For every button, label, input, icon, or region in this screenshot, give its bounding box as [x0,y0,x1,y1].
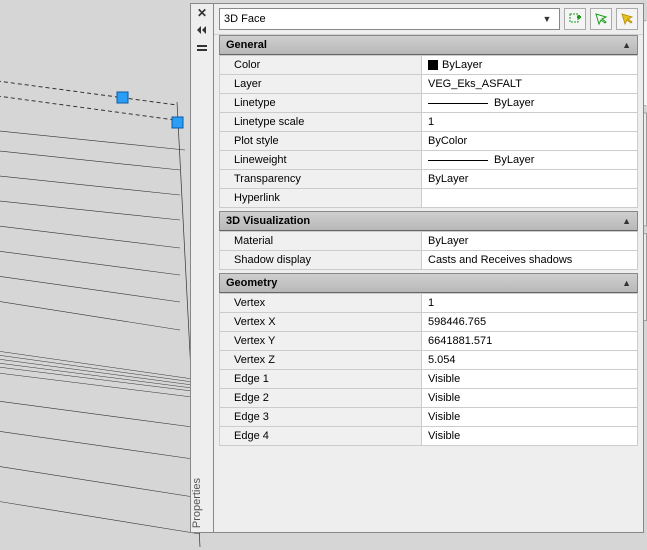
prop-row-hyperlink: Hyperlink [220,189,638,208]
prop-row-color: Color ByLayer [220,56,638,75]
section-3d-visualization[interactable]: 3D Visualization ▲ [219,211,638,231]
select-objects-icon[interactable] [590,8,612,30]
collapse-icon: ▲ [622,216,631,226]
section-general[interactable]: General ▲ [219,35,638,55]
prop-row-material: Material ByLayer [220,232,638,251]
collapse-icon: ▲ [622,278,631,288]
value-linetype[interactable]: ByLayer [422,94,638,113]
prop-row-layer: Layer VEG_Eks_ASFALT [220,75,638,94]
prop-row-shadow: Shadow display Casts and Receives shadow… [220,251,638,270]
value-material[interactable]: ByLayer [422,232,638,251]
section-label: General [226,39,267,51]
properties-panel: ✕ Properties 3D Face ▼ [190,3,644,533]
value-vertex-z[interactable]: 5.054 [422,351,638,370]
value-plot-style[interactable]: ByColor [422,132,638,151]
value-edge2[interactable]: Visible [422,389,638,408]
value-layer[interactable]: VEG_Eks_ASFALT [422,75,638,94]
prop-row-vertex: Vertex 1 [220,294,638,313]
value-shadow[interactable]: Casts and Receives shadows [422,251,638,270]
auto-hide-icon[interactable] [191,22,213,40]
prop-row-linetype-scale: Linetype scale 1 [220,113,638,132]
collapse-icon: ▲ [622,40,631,50]
value-lineweight[interactable]: ByLayer [422,151,638,170]
value-hyperlink[interactable] [422,189,638,208]
line-sample-icon [428,103,488,104]
prop-row-vertex-y: Vertex Y 6641881.571 [220,332,638,351]
value-color[interactable]: ByLayer [422,56,638,75]
prop-row-vertex-z: Vertex Z 5.054 [220,351,638,370]
value-edge3[interactable]: Visible [422,408,638,427]
value-edge4[interactable]: Visible [422,427,638,446]
line-sample-icon [428,160,488,161]
prop-row-lineweight: Lineweight ByLayer [220,151,638,170]
value-vertex-x[interactable]: 598446.765 [422,313,638,332]
section-geometry[interactable]: Geometry ▲ [219,273,638,293]
object-type-select[interactable]: 3D Face ▼ [219,8,560,30]
value-linetype-scale[interactable]: 1 [422,113,638,132]
prop-row-vertex-x: Vertex X 598446.765 [220,313,638,332]
value-vertex-y[interactable]: 6641881.571 [422,332,638,351]
color-swatch-icon [428,60,438,70]
object-type-value: 3D Face [224,13,266,25]
value-vertex[interactable]: 1 [422,294,638,313]
value-transparency[interactable]: ByLayer [422,170,638,189]
selection-grip[interactable] [172,117,183,128]
menu-icon[interactable] [191,40,213,58]
selection-grip[interactable] [117,92,128,103]
prop-row-edge4: Edge 4 Visible [220,427,638,446]
quick-select-icon[interactable] [616,8,638,30]
panel-title: Properties [191,468,213,532]
prop-row-edge1: Edge 1 Visible [220,370,638,389]
prop-row-edge2: Edge 2 Visible [220,389,638,408]
value-edge1[interactable]: Visible [422,370,638,389]
chevron-down-icon: ▼ [539,14,555,24]
toggle-pickadd-icon[interactable] [564,8,586,30]
prop-row-plot-style: Plot style ByColor [220,132,638,151]
prop-row-linetype: Linetype ByLayer [220,94,638,113]
section-label: 3D Visualization [226,215,310,227]
prop-row-transparency: Transparency ByLayer [220,170,638,189]
close-icon[interactable]: ✕ [191,4,213,22]
prop-row-edge3: Edge 3 Visible [220,408,638,427]
section-label: Geometry [226,277,277,289]
